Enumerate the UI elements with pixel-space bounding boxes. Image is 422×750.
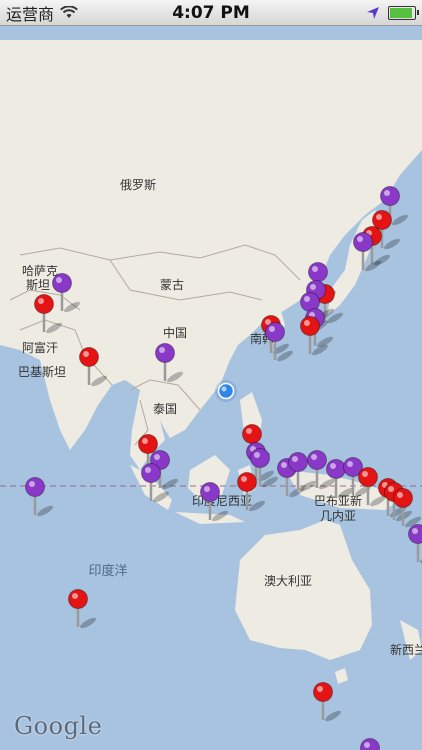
location-arrow-icon <box>367 6 379 19</box>
battery-fill <box>390 7 412 18</box>
status-bar: 运营商 4:07 PM <box>0 0 422 26</box>
label-thailand: 泰国 <box>153 402 177 416</box>
label-afghanistan: 阿富汗 <box>22 340 58 355</box>
user-location-dot[interactable] <box>215 380 237 402</box>
label-png-2: 几内亚 <box>320 509 356 523</box>
label-kazakhstan-1: 哈萨克 <box>22 264 58 278</box>
label-china: 中国 <box>163 325 187 340</box>
label-new-zealand: 新西兰 <box>390 642 422 657</box>
battery-icon <box>388 5 419 20</box>
google-attribution: Google <box>14 712 103 740</box>
wifi-icon <box>60 6 78 18</box>
label-png-1: 巴布亚新 <box>314 493 362 508</box>
label-indian-ocean: 印度洋 <box>88 563 127 579</box>
map-view[interactable]: 俄罗斯 哈萨克 斯坦 蒙古 中国 阿富汗 巴基斯坦 南韩 泰国 印度尼西亚 巴布… <box>0 0 422 750</box>
label-russia: 俄罗斯 <box>120 178 156 192</box>
label-australia: 澳大利亚 <box>264 574 312 588</box>
label-kazakhstan-2: 斯坦 <box>26 278 50 292</box>
label-pakistan: 巴基斯坦 <box>18 365 66 379</box>
carrier-label: 运营商 <box>6 4 55 24</box>
label-mongolia: 蒙古 <box>160 277 184 292</box>
